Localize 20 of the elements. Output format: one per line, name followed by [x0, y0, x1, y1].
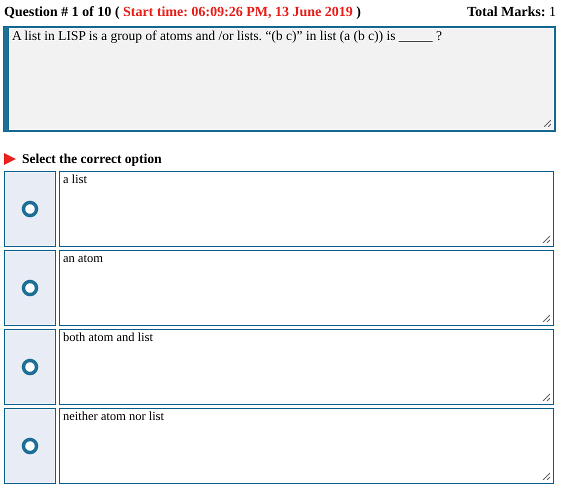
- radio-button[interactable]: [21, 358, 39, 376]
- option-field[interactable]: both atom and list: [59, 329, 554, 405]
- radio-button[interactable]: [21, 437, 39, 455]
- question-field[interactable]: A list in LISP is a group of atoms and /or lists. “(b c)” in list (a (b c)) is _____ ?: [3, 26, 556, 132]
- option-field[interactable]: neither atom nor list: [59, 408, 554, 484]
- resize-grip-icon[interactable]: [542, 472, 550, 480]
- radio-button[interactable]: [21, 200, 39, 218]
- resize-grip-icon[interactable]: [542, 314, 550, 322]
- option-field[interactable]: a list: [59, 171, 554, 247]
- instruction-text: Select the correct option: [22, 151, 162, 167]
- total-marks: Total Marks: 1: [467, 5, 556, 21]
- question-heading: Question # 1 of 10 (: [4, 5, 120, 20]
- closing-parenthesis: ): [356, 5, 361, 20]
- arrow-icon: [3, 152, 17, 166]
- start-time: Start time: 06:09:26 PM, 13 June 2019: [123, 5, 353, 20]
- resize-grip-icon[interactable]: [542, 393, 550, 401]
- resize-grip-icon[interactable]: [543, 119, 551, 127]
- radio-button[interactable]: [21, 279, 39, 297]
- option-field[interactable]: an atom: [59, 250, 554, 326]
- resize-grip-icon[interactable]: [542, 235, 550, 243]
